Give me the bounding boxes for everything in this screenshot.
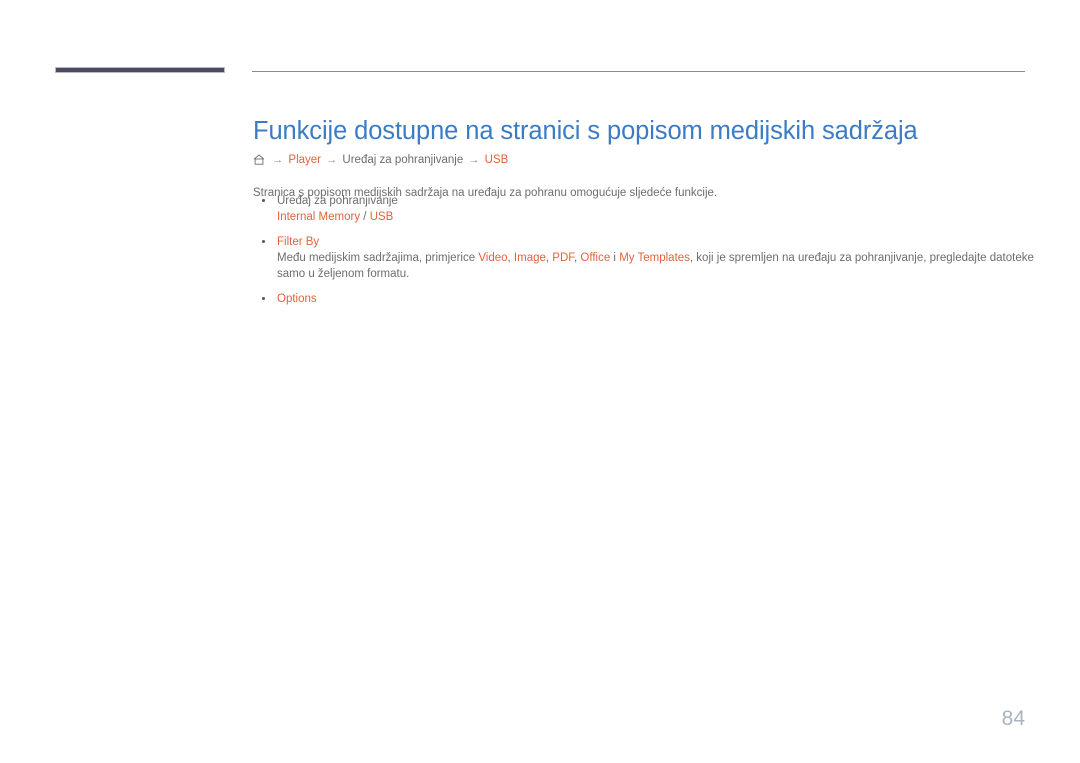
filter-sep-4: i bbox=[610, 252, 620, 264]
breadcrumb-item-storage-device[interactable]: Uređaj za pohranjivanje bbox=[342, 154, 463, 166]
option-internal-memory: Internal Memory bbox=[277, 211, 361, 223]
page-title: Funkcije dostupne na stranici s popisom … bbox=[253, 117, 918, 146]
filter-term-my-templates: My Templates bbox=[619, 252, 690, 264]
bullet-dot-icon bbox=[262, 199, 265, 202]
bullet-heading-filter-by: Filter By bbox=[277, 236, 320, 248]
breadcrumb-arrow-2: → bbox=[326, 154, 338, 166]
breadcrumb-arrow-1: → bbox=[272, 154, 284, 166]
bullet-dot-icon bbox=[262, 240, 265, 243]
bullet-heading-options: Options bbox=[277, 293, 317, 305]
header-divider-rule bbox=[252, 71, 1025, 72]
filter-body-lead: Među medijskim sadržajima, primjerice bbox=[277, 252, 479, 264]
breadcrumb: → Player → Uređaj za pohranjivanje → USB bbox=[253, 152, 508, 168]
list-item: Filter By Među medijskim sadržajima, pri… bbox=[253, 234, 1043, 282]
bullet-dot-icon bbox=[262, 297, 265, 300]
page-number: 84 bbox=[1001, 707, 1025, 730]
bullet-subtext-storage-options: Internal Memory / USB bbox=[277, 209, 1043, 225]
home-icon bbox=[253, 154, 265, 165]
option-usb: USB bbox=[369, 211, 394, 223]
document-page: Funkcije dostupne na stranici s popisom … bbox=[0, 0, 1080, 763]
breadcrumb-item-player[interactable]: Player bbox=[288, 154, 321, 166]
filter-term-office: Office bbox=[580, 252, 611, 264]
option-separator: / bbox=[360, 211, 370, 223]
header-accent-bar bbox=[55, 67, 225, 73]
breadcrumb-arrow-3: → bbox=[468, 154, 480, 166]
filter-term-pdf: PDF bbox=[552, 252, 575, 264]
list-item: Uređaj za pohranjivanje Internal Memory … bbox=[253, 193, 1043, 225]
feature-bullet-list: Uređaj za pohranjivanje Internal Memory … bbox=[253, 193, 1043, 307]
list-item: Options bbox=[253, 291, 1043, 307]
filter-term-video: Video bbox=[478, 252, 508, 264]
breadcrumb-item-usb[interactable]: USB bbox=[485, 154, 509, 166]
bullet-body-filter-by: Među medijskim sadržajima, primjerice Vi… bbox=[277, 250, 1043, 282]
bullet-heading-storage-device: Uređaj za pohranjivanje bbox=[277, 195, 398, 207]
filter-term-image: Image bbox=[513, 252, 546, 264]
